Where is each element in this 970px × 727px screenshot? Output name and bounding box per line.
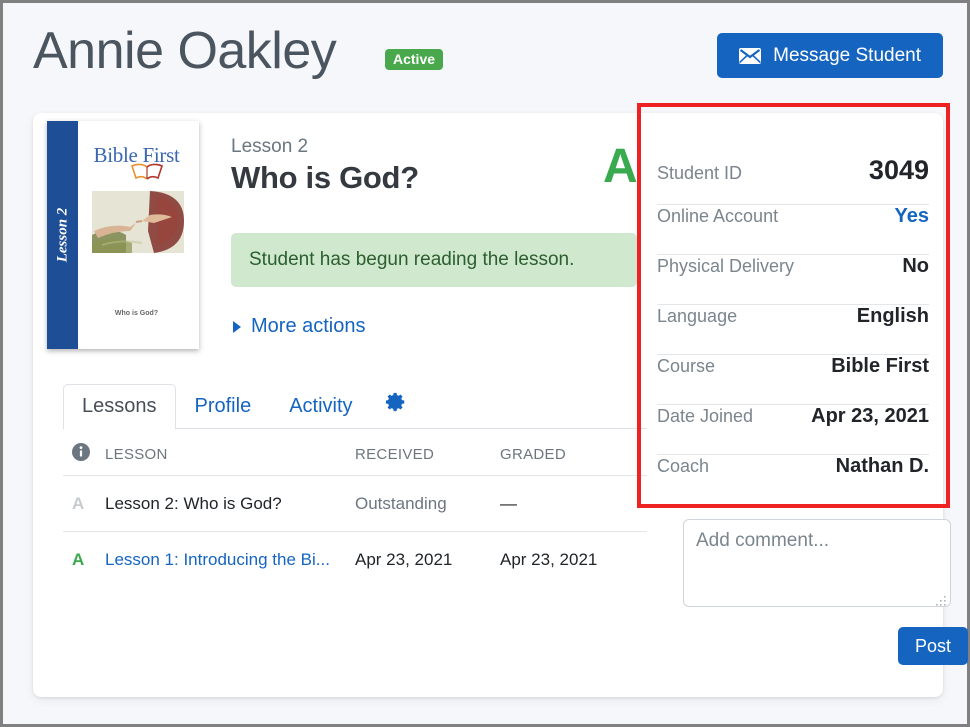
lesson-title: Who is God? bbox=[231, 159, 419, 195]
lessons-table: LESSON RECEIVED GRADED A Lesson 2: Who i… bbox=[63, 433, 647, 587]
detail-course: Course Bible First bbox=[657, 355, 929, 405]
row-grade: A bbox=[72, 493, 85, 513]
detail-date-joined: Date Joined Apr 23, 2021 bbox=[657, 405, 929, 455]
row-graded: Apr 23, 2021 bbox=[500, 549, 598, 569]
detail-label: Online Account bbox=[657, 206, 779, 226]
caret-right-icon bbox=[233, 320, 241, 333]
table-header-info[interactable] bbox=[63, 442, 105, 466]
detail-value: No bbox=[902, 255, 929, 277]
more-actions-toggle[interactable]: More actions bbox=[233, 315, 366, 338]
detail-label: Student ID bbox=[657, 163, 743, 183]
detail-label: Language bbox=[657, 306, 738, 326]
info-icon bbox=[72, 442, 90, 461]
more-actions-label: More actions bbox=[251, 315, 366, 337]
detail-physical-delivery: Physical Delivery No bbox=[657, 255, 929, 305]
detail-student-id: Student ID 3049 bbox=[657, 155, 929, 205]
table-header-graded: GRADED bbox=[500, 445, 566, 463]
book-spine-label: Lesson 2 bbox=[54, 207, 70, 263]
detail-label: Coach bbox=[657, 456, 710, 476]
row-grade: A bbox=[72, 549, 85, 569]
main-content-card: Lesson 2 Bible First Who is God? Lesson … bbox=[33, 113, 969, 697]
detail-value: English bbox=[856, 305, 929, 327]
tab-lessons-label: Lessons bbox=[82, 395, 157, 417]
comment-input[interactable] bbox=[683, 519, 951, 607]
table-row[interactable]: A Lesson 2: Who is God? Outstanding — bbox=[63, 475, 647, 531]
detail-label: Physical Delivery bbox=[657, 256, 795, 276]
row-graded: — bbox=[500, 493, 517, 513]
detail-value: Nathan D. bbox=[835, 455, 929, 477]
envelope-icon bbox=[739, 47, 762, 64]
tab-bar: Lessons Profile Activity bbox=[63, 383, 647, 429]
lesson-grade: A bbox=[603, 140, 638, 193]
detail-value: Apr 23, 2021 bbox=[811, 405, 929, 427]
table-header-lesson: LESSON bbox=[105, 445, 168, 463]
tab-profile-label: Profile bbox=[194, 395, 252, 417]
tab-lessons[interactable]: Lessons bbox=[63, 384, 176, 429]
status-badge: Active bbox=[385, 49, 444, 70]
tab-activity-label: Activity bbox=[289, 395, 353, 417]
detail-coach: Coach Nathan D. bbox=[657, 455, 929, 505]
book-cover-artwork bbox=[92, 191, 184, 253]
lesson-book-cover[interactable]: Lesson 2 Bible First Who is God? bbox=[47, 121, 199, 349]
book-front: Bible First Who is God? bbox=[78, 121, 199, 349]
detail-label: Course bbox=[657, 356, 716, 376]
row-received: Apr 23, 2021 bbox=[355, 549, 453, 569]
book-subtitle: Who is God? bbox=[114, 310, 159, 317]
detail-value: 3049 bbox=[868, 155, 929, 185]
detail-online-account: Online Account Yes bbox=[657, 205, 929, 255]
tab-activity[interactable]: Activity bbox=[270, 384, 371, 428]
lesson-heading: Lesson 2 Who is God? bbox=[231, 136, 651, 196]
student-details-list: Student ID 3049 Online Account Yes Physi… bbox=[657, 155, 929, 505]
table-header-row: LESSON RECEIVED GRADED bbox=[63, 433, 647, 475]
lesson-status-banner: Student has begun reading the lesson. bbox=[231, 233, 637, 287]
browser-window: Annie Oakley Active Message Student Less… bbox=[0, 0, 970, 727]
message-student-label: Message Student bbox=[773, 44, 921, 66]
gear-icon bbox=[385, 391, 407, 419]
tab-settings[interactable] bbox=[372, 381, 420, 428]
post-label: Post bbox=[915, 635, 952, 656]
student-detail-page: Annie Oakley Active Message Student Less… bbox=[3, 3, 969, 724]
detail-value[interactable]: Yes bbox=[895, 205, 929, 228]
lesson-status-text: Student has begun reading the lesson. bbox=[249, 249, 575, 270]
row-lesson-name[interactable]: Lesson 1: Introducing the Bi... bbox=[105, 550, 355, 570]
table-header-received: RECEIVED bbox=[355, 445, 435, 463]
row-received: Outstanding bbox=[355, 493, 447, 513]
post-comment-button[interactable]: Post bbox=[898, 627, 969, 665]
open-book-icon bbox=[130, 163, 164, 185]
book-spine: Lesson 2 bbox=[47, 121, 78, 349]
detail-value: Bible First bbox=[831, 355, 929, 377]
tab-profile[interactable]: Profile bbox=[176, 384, 271, 428]
detail-label: Date Joined bbox=[657, 406, 754, 426]
message-student-button[interactable]: Message Student bbox=[717, 33, 943, 78]
row-lesson-name: Lesson 2: Who is God? bbox=[105, 493, 282, 513]
page-title: Annie Oakley bbox=[33, 22, 337, 80]
lesson-number: Lesson 2 bbox=[231, 136, 309, 157]
page-header: Annie Oakley Active Message Student bbox=[33, 19, 943, 97]
detail-language: Language English bbox=[657, 305, 929, 355]
table-row[interactable]: A Lesson 1: Introducing the Bi... Apr 23… bbox=[63, 531, 647, 587]
